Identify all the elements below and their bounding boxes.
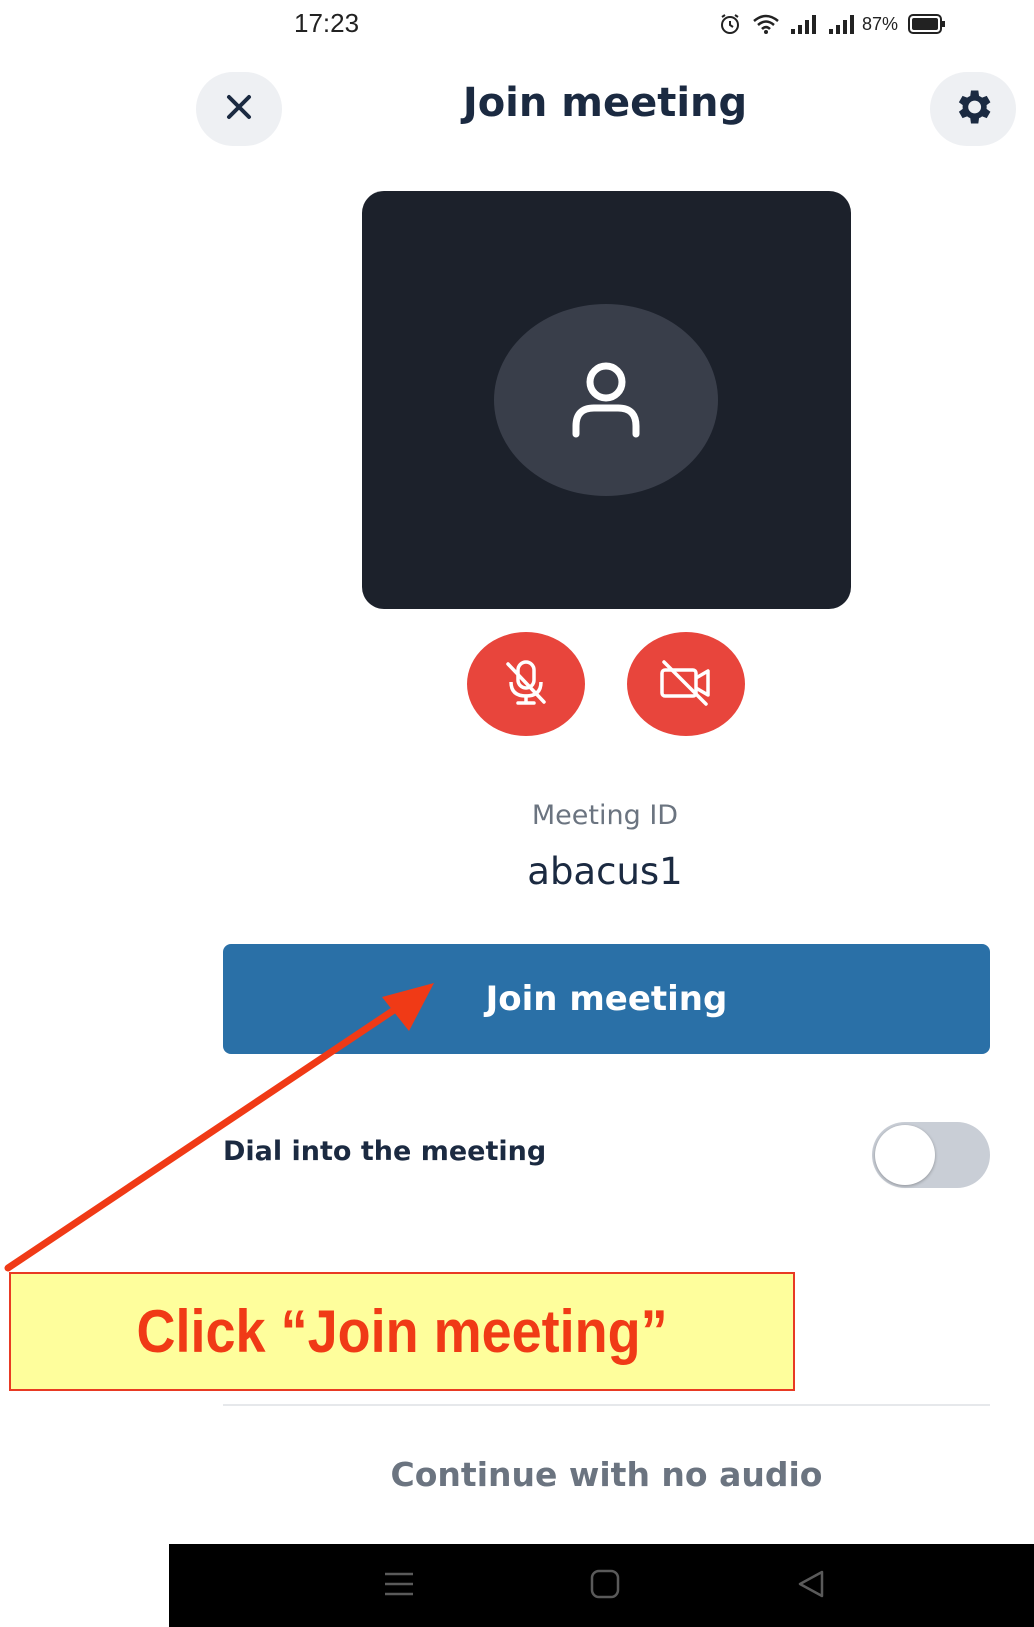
avatar (494, 304, 718, 496)
continue-no-audio-button[interactable]: Continue with no audio (300, 1455, 913, 1494)
back-button[interactable] (789, 1564, 833, 1608)
toggle-knob (875, 1125, 935, 1185)
signal-icon (828, 13, 856, 35)
close-icon (224, 92, 254, 126)
dial-in-toggle[interactable] (872, 1122, 990, 1188)
navigation-bar (169, 1544, 1034, 1627)
menu-button[interactable] (377, 1564, 421, 1608)
wifi-icon (752, 12, 780, 36)
home-icon (590, 1569, 620, 1603)
status-time: 17:23 (294, 8, 360, 38)
divider (223, 1404, 990, 1406)
camera-off-icon (656, 656, 716, 712)
person-icon (564, 356, 648, 444)
status-icons: 87% (718, 6, 946, 42)
mic-toggle-button[interactable] (467, 632, 585, 736)
battery-icon (908, 13, 946, 35)
dial-in-label: Dial into the meeting (223, 1136, 547, 1167)
join-meeting-button[interactable]: Join meeting (223, 944, 990, 1054)
back-icon (796, 1569, 826, 1603)
annotation-text: Click “Join meeting” (136, 1298, 668, 1365)
meeting-id-label: Meeting ID (531, 800, 679, 831)
status-bar: 17:23 87% (0, 0, 1034, 50)
alarm-icon (718, 12, 742, 36)
annotation-callout: Click “Join meeting” (9, 1272, 795, 1391)
home-button[interactable] (583, 1564, 627, 1608)
page-title: Join meeting (462, 80, 748, 126)
gear-icon (951, 85, 995, 133)
camera-toggle-button[interactable] (627, 632, 745, 736)
close-button[interactable] (196, 72, 282, 146)
battery-percent: 87% (862, 13, 899, 34)
video-preview (362, 191, 851, 609)
signal-icon (790, 13, 818, 35)
mic-off-icon (500, 656, 552, 712)
meeting-id-value: abacus1 (527, 850, 683, 893)
settings-button[interactable] (930, 72, 1016, 146)
menu-icon (383, 1570, 415, 1602)
